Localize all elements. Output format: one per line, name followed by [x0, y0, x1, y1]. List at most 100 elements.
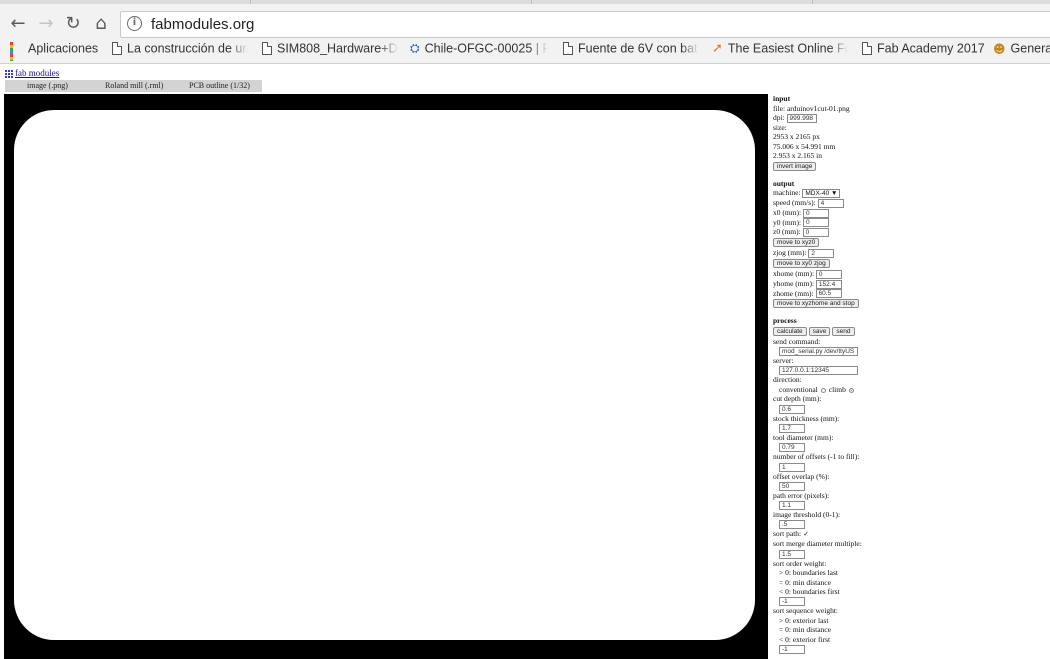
page-content: fab modules image (.png) Roland mill (.r… — [0, 64, 1050, 659]
merge-label: sort merge diameter multiple: — [773, 539, 862, 549]
module-breadcrumb: image (.png) Roland mill (.rml) PCB outl… — [5, 80, 262, 92]
bookmark-item[interactable]: ➚ The Easiest Online For — [712, 41, 848, 61]
order-option: = 0: min distance — [779, 577, 831, 587]
document-icon — [112, 42, 122, 56]
zhome-label: zhome (mm): — [773, 288, 814, 298]
tool-diameter-input[interactable] — [779, 443, 805, 453]
dpi-input[interactable] — [786, 113, 817, 123]
pcb-outline — [14, 110, 755, 640]
y0-input[interactable] — [803, 218, 829, 228]
order-option: > 0: boundaries last — [779, 568, 839, 578]
xhome-input[interactable] — [815, 269, 842, 279]
calculate-button[interactable]: calculate — [773, 326, 807, 336]
invert-image-button[interactable]: invert image — [773, 161, 817, 171]
direction-label: direction: — [773, 375, 802, 385]
merge-input[interactable] — [779, 549, 805, 559]
speed-input[interactable] — [817, 198, 844, 208]
move-to-home-button[interactable]: move to xyzhome and stop — [773, 299, 859, 309]
document-icon — [563, 42, 573, 56]
conventional-label: conventional — [779, 384, 818, 394]
size-px: 2953 x 2165 px — [773, 132, 820, 142]
threshold-input[interactable] — [779, 520, 805, 530]
apps-icon — [10, 42, 23, 61]
size-in: 2.953 x 2.165 in — [773, 151, 822, 161]
bookmark-item[interactable]: SIM808_Hardware+De — [262, 41, 398, 61]
send-command-input[interactable] — [779, 347, 858, 357]
bookmark-apps[interactable]: Aplicaciones — [10, 41, 105, 61]
map-icon: ⛭ — [410, 41, 420, 56]
fab-logo-icon — [5, 69, 13, 78]
order-option: < 0: boundaries first — [779, 587, 840, 597]
move-to-xyz0-button[interactable]: move to xyz0 — [773, 238, 820, 248]
zjog-input[interactable] — [808, 248, 835, 258]
xhome-label: xhome (mm): — [773, 268, 815, 278]
overlap-input[interactable] — [779, 481, 805, 491]
path-error-input[interactable] — [779, 501, 805, 511]
tab-input-format[interactable]: image (.png) — [27, 80, 68, 91]
fab-modules-link[interactable]: fab modules — [5, 68, 59, 78]
sequence-option: < 0: exterior first — [779, 634, 831, 644]
sort-path-label: sort path: — [773, 529, 802, 539]
y0-label: y0 (mm): — [773, 217, 802, 227]
machine-select[interactable]: MDX-40 ▼ — [802, 189, 841, 199]
sort-path-checkbox[interactable]: ✓ — [803, 530, 809, 540]
sequence-option: = 0: min distance — [779, 625, 831, 635]
document-icon — [862, 42, 872, 56]
sequence-weight-input[interactable] — [779, 645, 805, 655]
conventional-radio[interactable] — [820, 387, 826, 393]
offsets-label: number of offsets (-1 to fill): — [773, 452, 860, 462]
send-command-label: send command: — [773, 336, 821, 346]
process-heading: process — [773, 316, 797, 326]
bookmark-item[interactable]: ⛭ Chile-OFGC-00025 | P — [410, 41, 548, 61]
image-canvas[interactable] — [4, 94, 768, 659]
zhome-input[interactable] — [815, 289, 842, 299]
climb-radio[interactable] — [848, 387, 854, 393]
stock-thickness-input[interactable] — [779, 423, 805, 433]
yhome-label: yhome (mm): — [773, 278, 815, 288]
threshold-label: image threshold (0-1): — [773, 510, 841, 520]
bookmark-item[interactable]: Fab Academy 2017 — [862, 41, 987, 61]
offsets-input[interactable] — [779, 462, 805, 472]
document-icon — [262, 42, 272, 56]
output-heading: output — [773, 178, 795, 188]
dropdown-arrow-icon: ▼ — [831, 190, 838, 198]
zjog-label: zjog (mm): — [773, 248, 807, 258]
server-label: server: — [773, 356, 794, 366]
bookmark-item[interactable]: ☻ Genera — [993, 41, 1050, 61]
save-button[interactable]: save — [808, 326, 831, 336]
address-bar-area: ← → ↻ ⌂ i fabmodules.org — [0, 4, 1050, 38]
reload-icon[interactable]: ↻ — [62, 13, 84, 35]
order-weight-input[interactable] — [779, 597, 805, 607]
x0-input[interactable] — [803, 208, 829, 218]
climb-label: climb — [828, 384, 846, 394]
move-to-xy0-zjog-button[interactable]: move to xy0 zjog — [773, 258, 830, 268]
yhome-input[interactable] — [815, 279, 842, 289]
dpi-label: dpi: — [773, 113, 785, 122]
back-arrow-icon[interactable]: ← — [7, 13, 29, 35]
site-info-icon[interactable]: i — [127, 16, 142, 31]
send-button[interactable]: send — [832, 326, 855, 336]
url-bar[interactable]: i fabmodules.org — [120, 11, 1050, 38]
tab-output-format[interactable]: Roland mill (.rml) — [105, 80, 163, 91]
z0-label: z0 (mm): — [773, 227, 801, 237]
sequence-option: > 0: exterior last — [779, 615, 829, 625]
cut-depth-label: cut depth (mm): — [773, 394, 822, 404]
x0-label: x0 (mm): — [773, 207, 802, 217]
tool-diameter-label: tool diameter (mm): — [773, 432, 834, 442]
input-heading: input — [773, 94, 791, 103]
sequence-weight-label: sort sequence weight: — [773, 606, 838, 616]
path-error-label: path error (pixels): — [773, 490, 830, 500]
tab-process[interactable]: PCB outline (1/32) — [189, 80, 250, 91]
cut-depth-input[interactable] — [779, 404, 805, 414]
server-input[interactable] — [779, 366, 858, 376]
bookmark-item[interactable]: Fuente de 6V con bat — [563, 41, 699, 61]
url-text[interactable]: fabmodules.org — [151, 16, 254, 33]
home-icon[interactable]: ⌂ — [90, 13, 112, 35]
size-label: size: — [773, 122, 787, 132]
bolt-icon: ➚ — [712, 41, 723, 57]
z0-input[interactable] — [802, 228, 829, 238]
forward-arrow-icon[interactable]: → — [35, 13, 57, 35]
size-mm: 75.006 x 54.991 mm — [773, 141, 836, 151]
bookmark-item[interactable]: La construcción de un — [112, 41, 248, 61]
person-icon: ☻ — [993, 41, 1006, 56]
